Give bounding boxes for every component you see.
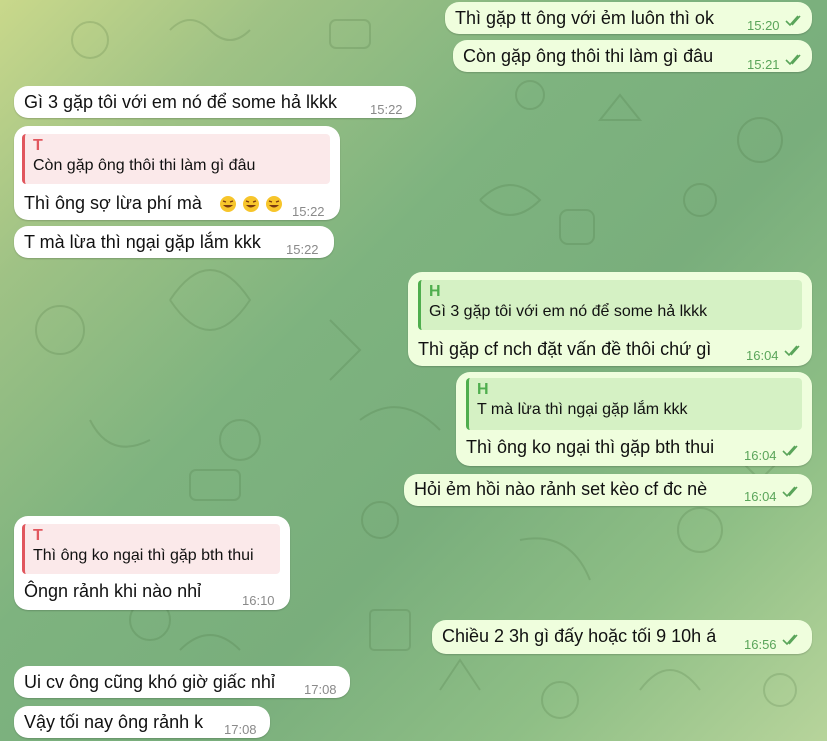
reply-quote[interactable]: H T mà lừa thì ngại gặp lắm kkk [466,378,802,430]
message-time: 15:21 [747,57,780,72]
message-bubble-outgoing[interactable]: Hỏi ẻm hồi nào rảnh set kèo cf đc nè 16:… [404,474,812,506]
message-time: 16:56 [744,637,777,652]
reply-text: T mà lừa thì ngại gặp lắm kkk [477,401,688,418]
read-check-icon [782,445,798,457]
reply-author: T [33,527,43,544]
message-bubble-incoming[interactable]: Ui cv ông cũng khó giờ giấc nhỉ 17:08 [14,666,350,698]
reply-text: Thì ông ko ngại thì gặp bth thui [33,547,254,564]
reply-quote[interactable]: H Gì 3 gặp tôi với em nó để some hả lkkk [418,280,802,330]
message-text: Ôngn rảnh khi nào nhỉ [24,581,202,601]
read-check-icon [782,634,798,646]
message-time: 15:22 [286,242,319,257]
reply-text: Còn gặp ông thôi thi làm gì đâu [33,157,256,174]
message-text: Ui cv ông cũng khó giờ giấc nhỉ [24,672,275,692]
message-text: Thì ông sợ lừa phí mà [24,193,202,213]
message-bubble-incoming[interactable]: T mà lừa thì ngại gặp lắm kkk 15:22 [14,226,334,258]
message-bubble-incoming[interactable]: Vậy tối nay ông rảnh k 17:08 [14,706,270,738]
message-text: Gì 3 gặp tôi với em nó để some hả lkkk [24,92,337,112]
message-bubble-outgoing[interactable]: H T mà lừa thì ngại gặp lắm kkk Thì ông … [456,372,812,466]
message-time: 16:04 [744,489,777,504]
message-text: Thì ông ko ngại thì gặp bth thui [466,437,715,457]
message-text: Còn gặp ông thôi thi làm gì đâu [463,46,714,66]
rolling-laughing-emoji-icon [243,196,260,212]
message-time: 15:20 [747,18,780,33]
message-text: Hỏi ẻm hồi nào rảnh set kèo cf đc nè [414,479,708,499]
message-time: 17:08 [224,722,257,737]
message-bubble-outgoing[interactable]: H Gì 3 gặp tôi với em nó để some hả lkkk… [408,272,812,366]
message-time: 15:22 [292,204,325,219]
read-check-icon [784,345,800,357]
message-bubble-outgoing[interactable]: Còn gặp ông thôi thi làm gì đâu 15:21 [453,40,812,72]
read-check-icon [785,15,801,27]
message-bubble-incoming[interactable]: T Còn gặp ông thôi thi làm gì đâu Thì ôn… [14,126,340,220]
reply-quote[interactable]: T Còn gặp ông thôi thi làm gì đâu [22,134,330,184]
message-time: 16:10 [242,593,275,608]
reply-author: H [477,381,489,398]
message-text: Thì gặp tt ông với ẻm luôn thì ok [455,8,714,28]
reply-quote[interactable]: T Thì ông ko ngại thì gặp bth thui [22,524,280,574]
message-time: 17:08 [304,682,337,697]
message-text: Vậy tối nay ông rảnh k [24,712,204,732]
message-bubble-outgoing[interactable]: Thì gặp tt ông với ẻm luôn thì ok 15:20 [445,2,812,34]
reply-author: T [33,137,43,154]
message-bubble-incoming[interactable]: Gì 3 gặp tôi với em nó để some hả lkkk 1… [14,86,416,118]
read-check-icon [782,486,798,498]
message-time: 15:22 [370,102,403,117]
rolling-laughing-emoji-icon [220,196,236,212]
laughing-emoji-group [219,193,283,215]
message-text: Thì gặp cf nch đặt vấn đề thôi chứ gì [418,339,712,359]
reply-author: H [429,283,441,300]
message-bubble-incoming[interactable]: T Thì ông ko ngại thì gặp bth thui Ôngn … [14,516,290,610]
reply-text: Gì 3 gặp tôi với em nó để some hả lkkk [429,303,708,320]
message-time: 16:04 [746,348,779,363]
rolling-laughing-emoji-icon [266,196,283,212]
message-text: T mà lừa thì ngại gặp lắm kkk [24,232,261,252]
read-check-icon [785,54,801,66]
message-time: 16:04 [744,448,777,463]
message-text: Chiều 2 3h gì đấy hoặc tối 9 10h á [442,626,717,646]
message-bubble-outgoing[interactable]: Chiều 2 3h gì đấy hoặc tối 9 10h á 16:56 [432,620,812,654]
